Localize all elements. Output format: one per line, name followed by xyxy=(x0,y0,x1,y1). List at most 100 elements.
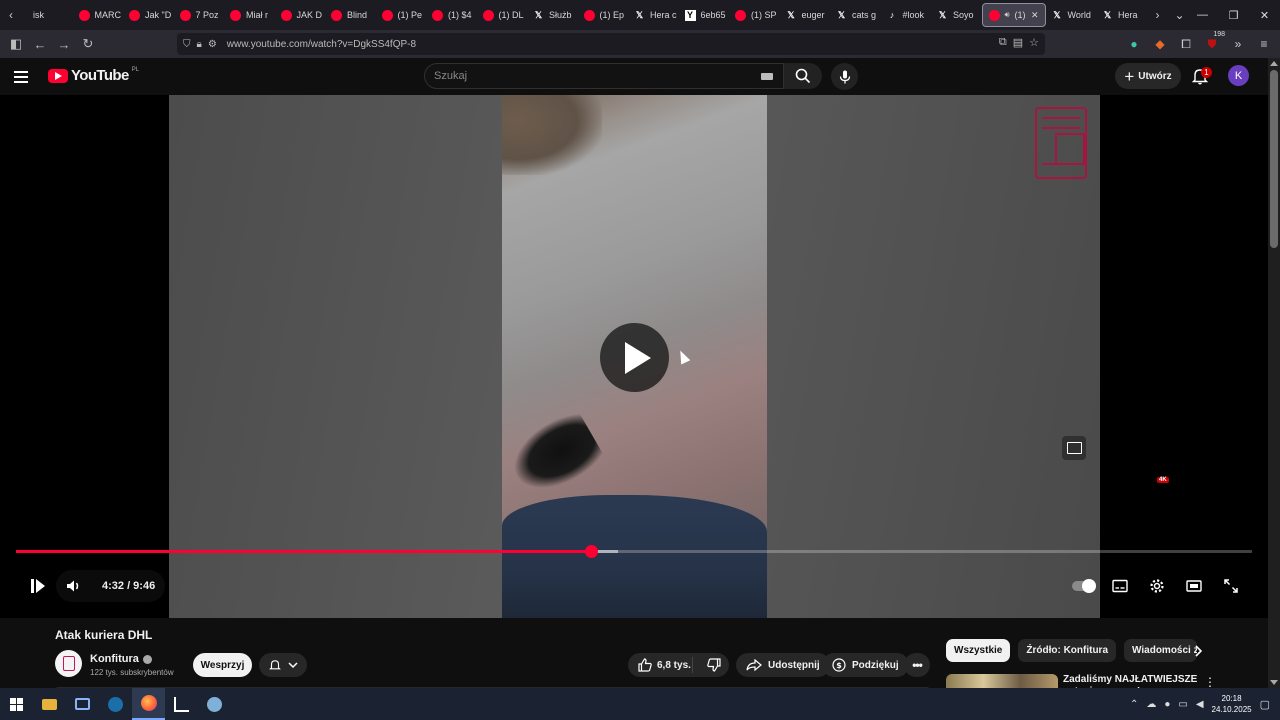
browser-tab[interactable]: (1) Pe xyxy=(376,3,427,27)
page-scrollbar[interactable] xyxy=(1268,58,1280,688)
chip-all[interactable]: Wszystkie xyxy=(946,639,1011,662)
browser-tab[interactable]: Y 6eb65 xyxy=(679,3,730,27)
tab-audio-icon[interactable]: 🔊︎ xyxy=(1005,10,1010,20)
forward-icon[interactable]: → xyxy=(52,32,76,56)
sidebar-toggle-icon[interactable]: ◧ xyxy=(4,32,28,56)
url-text[interactable]: www.youtube.com/watch?v=DgkSS4fQP-8 xyxy=(227,39,416,50)
tab-close-icon[interactable]: ✕ xyxy=(1031,10,1039,21)
browser-tab[interactable]: 𝕏 Hera c xyxy=(628,3,679,27)
search-input[interactable]: Szukaj xyxy=(424,63,784,89)
autoplay-toggle[interactable] xyxy=(1064,570,1101,602)
keyboard-icon[interactable] xyxy=(761,73,773,80)
account-avatar[interactable]: K xyxy=(1228,65,1249,86)
tab-scroll-right-icon[interactable]: › xyxy=(1147,8,1169,22)
scrubber-handle[interactable] xyxy=(584,545,598,558)
channel-watermark-logo[interactable] xyxy=(1035,107,1087,179)
share-button[interactable]: Udostępnij xyxy=(736,653,830,677)
miniplayer-icon[interactable] xyxy=(1062,436,1086,460)
hamburger-menu-icon[interactable]: ≡ xyxy=(1254,32,1274,56)
chips-next-button[interactable] xyxy=(1188,641,1208,661)
tab-scroll-left-icon[interactable]: ‹ xyxy=(0,8,22,22)
guide-menu-icon[interactable] xyxy=(14,67,34,87)
more-actions-button[interactable]: ••• xyxy=(904,653,930,677)
firefox-taskbar-icon[interactable] xyxy=(132,688,165,720)
browser-tab[interactable]: (1) DL xyxy=(477,3,528,27)
channel-avatar[interactable] xyxy=(55,650,82,677)
reader-view-icon[interactable]: ▤ xyxy=(1013,36,1023,49)
minimize-icon[interactable]: — xyxy=(1187,0,1218,30)
create-button[interactable]: + Utwórz xyxy=(1115,63,1181,89)
tab-active[interactable]: 🔊︎ (1) ✕ xyxy=(981,3,1046,27)
recommendation-title[interactable]: Zadaliśmy NAJŁATWIEJSZE pytania na czas! xyxy=(1063,674,1203,688)
url-bar[interactable]: ⛉ 🔒︎ ⚙︎ www.youtube.com/watch?v=DgkSS4fQ… xyxy=(177,33,1045,55)
fullscreen-button[interactable] xyxy=(1212,570,1249,602)
ublock-extension-icon[interactable]: ⛊ 198 xyxy=(1202,31,1225,56)
channel-name-link[interactable]: Konfitura xyxy=(90,653,152,665)
extensions-puzzle-icon[interactable]: ⧠ xyxy=(1176,32,1196,56)
browser-tab[interactable]: 𝕏cats g xyxy=(830,3,881,27)
permissions-icon[interactable]: ⚙︎ xyxy=(208,39,217,50)
browser-tab[interactable]: 𝕏euger xyxy=(780,3,831,27)
app-taskbar-icon[interactable] xyxy=(165,688,198,720)
fox-extension-icon[interactable]: ◆ xyxy=(1150,32,1170,56)
scroll-down-arrow-icon[interactable] xyxy=(1270,680,1278,685)
settings-button[interactable] xyxy=(1138,570,1175,602)
browser-tab[interactable]: JAK D xyxy=(275,3,326,27)
lock-icon[interactable]: 🔒︎ xyxy=(197,39,202,50)
back-icon[interactable]: ← xyxy=(28,32,52,56)
play-button[interactable] xyxy=(20,570,56,602)
speaker-icon[interactable]: ◀ xyxy=(1196,699,1204,710)
clock[interactable]: 20:18 24.10.2025 xyxy=(1212,693,1252,715)
chip-source-channel[interactable]: Źródło: Konfitura xyxy=(1018,639,1117,662)
theater-mode-button[interactable] xyxy=(1175,570,1212,602)
steam-taskbar-icon[interactable] xyxy=(99,688,132,720)
browser-tab[interactable]: (1) $4 xyxy=(426,3,477,27)
youtube-logo[interactable]: YouTube PL xyxy=(48,67,139,84)
remote-desktop-taskbar-icon[interactable] xyxy=(66,688,99,720)
browser-tab[interactable]: (1) SP xyxy=(729,3,780,27)
subscription-notifications-button[interactable] xyxy=(259,653,307,677)
browser-tab[interactable]: 7 Poz xyxy=(174,3,225,27)
picture-in-picture-icon[interactable]: ⧉ xyxy=(999,36,1007,49)
recommendation-menu-icon[interactable]: ⋮ xyxy=(1204,675,1216,689)
network-icon[interactable]: ▭ xyxy=(1178,699,1187,710)
video-player[interactable]: 4:32 / 9:46 xyxy=(0,95,1268,618)
microphone-tray-icon[interactable]: ● xyxy=(1164,699,1170,710)
browser-tab[interactable]: (1) Ep xyxy=(578,3,629,27)
bookmark-star-icon[interactable]: ☆ xyxy=(1029,36,1039,49)
vpn-extension-icon[interactable]: ● xyxy=(1124,32,1144,56)
notification-center-icon[interactable]: ▢ xyxy=(1260,698,1270,711)
overflow-menu-icon[interactable]: » xyxy=(1228,32,1248,56)
show-hidden-icons-chevron-icon[interactable]: ⌃ xyxy=(1130,699,1138,710)
browser-tab[interactable]: Blind xyxy=(325,3,376,27)
maximize-icon[interactable]: ❐ xyxy=(1218,0,1249,30)
reload-icon[interactable]: ↻ xyxy=(76,32,100,56)
large-play-button[interactable] xyxy=(600,323,669,392)
scroll-up-arrow-icon[interactable] xyxy=(1270,61,1278,66)
browser-tab[interactable]: Jak "D xyxy=(123,3,174,27)
scrollbar-thumb[interactable] xyxy=(1270,70,1278,248)
search-button[interactable] xyxy=(784,63,822,89)
thanks-button[interactable]: $ Podziękuj xyxy=(822,653,909,677)
chip-news[interactable]: Wiadomości ze xyxy=(1124,639,1198,662)
file-explorer-taskbar-icon[interactable] xyxy=(33,688,66,720)
network-app-taskbar-icon[interactable] xyxy=(198,688,231,720)
browser-tab[interactable]: 𝕏 World xyxy=(1046,3,1097,27)
voice-search-button[interactable] xyxy=(831,63,858,90)
browser-tab[interactable]: MARC xyxy=(73,3,124,27)
close-window-icon[interactable]: ✕ xyxy=(1249,0,1280,30)
tracking-shield-icon[interactable]: ⛉ xyxy=(183,39,191,50)
recommendation-thumbnail[interactable] xyxy=(946,674,1058,688)
start-button[interactable] xyxy=(0,688,33,720)
support-button[interactable]: Wesprzyj xyxy=(193,653,252,677)
browser-tab[interactable]: isk xyxy=(22,3,73,27)
progress-bar[interactable] xyxy=(16,545,1252,558)
browser-tab[interactable]: Miał r xyxy=(224,3,275,27)
cloud-icon[interactable]: ☁ xyxy=(1146,699,1156,710)
browser-tab[interactable]: ♪ #look xyxy=(881,3,932,27)
dislike-button[interactable] xyxy=(699,658,729,672)
browser-tab[interactable]: 𝕏 Hera xyxy=(1096,3,1147,27)
browser-tab[interactable]: 𝕏 Służb xyxy=(527,3,578,27)
like-button[interactable]: 6,8 tys. xyxy=(628,657,693,673)
subtitles-button[interactable] xyxy=(1101,570,1138,602)
